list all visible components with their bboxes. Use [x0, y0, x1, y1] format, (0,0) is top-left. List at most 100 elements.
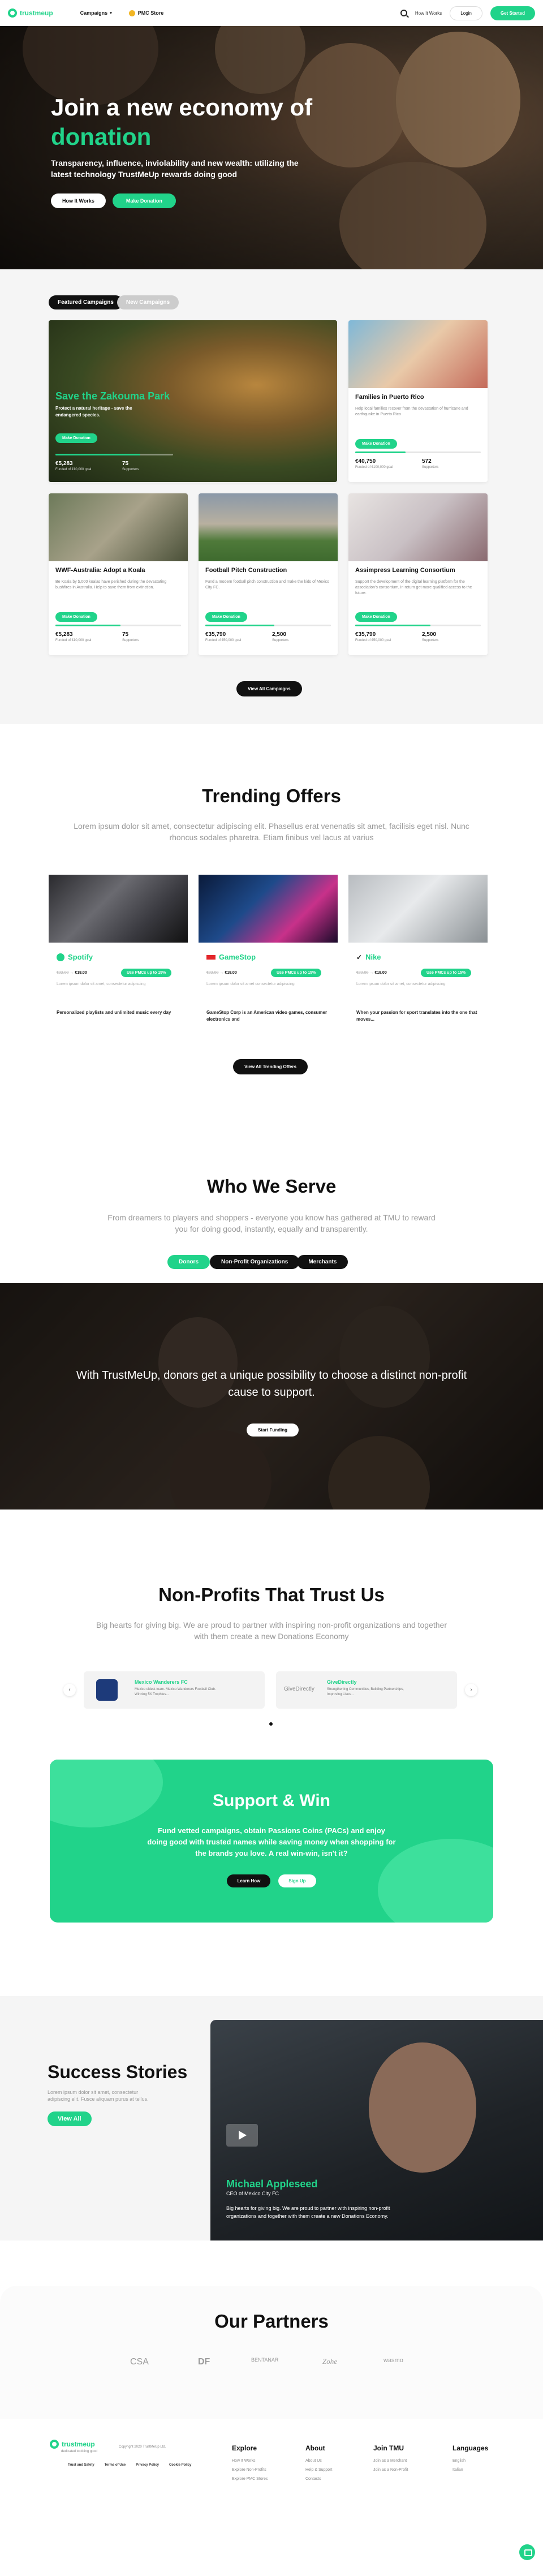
progress-bar: [205, 625, 331, 626]
chevron-left-icon[interactable]: ‹: [63, 1684, 76, 1696]
nonprofits-subtitle: Big hearts for giving big. We are proud …: [96, 1620, 447, 1641]
play-icon[interactable]: [226, 2124, 258, 2147]
footer-link[interactable]: Join as a Merchant: [373, 2459, 408, 2463]
nonprofit-card[interactable]: Mexico Wanderers FC Mexico oldest team. …: [84, 1671, 265, 1709]
nike-icon: ✓: [356, 953, 363, 961]
chevron-down-icon: ▾: [110, 11, 112, 15]
supporters-label: Supporters: [122, 468, 139, 471]
campaign-card[interactable]: Families in Puerto Rico Help local famil…: [348, 320, 488, 482]
offer-brand[interactable]: GameStop: [206, 953, 256, 961]
view-all-offers-button[interactable]: View All Trending Offers: [233, 1059, 308, 1074]
partner-logo: DF: [198, 2357, 210, 2367]
make-donation-button[interactable]: Make Donation: [355, 612, 397, 622]
footer-link-cookie[interactable]: Cookie Policy: [169, 2463, 191, 2467]
nonprofit-card[interactable]: GiveDirectly GiveDirectly Strengthening …: [276, 1671, 457, 1709]
supporters-label: Supporters: [422, 639, 439, 642]
coin-icon: [128, 10, 135, 16]
view-all-stories-button[interactable]: View All: [48, 2111, 92, 2126]
partners-section: Our Partners CSA DF BENTANAR Zohe wasmo: [0, 2286, 543, 2422]
search-icon[interactable]: [400, 10, 407, 16]
campaign-title[interactable]: Football Pitch Construction: [205, 567, 287, 574]
tab-merchants[interactable]: Merchants: [297, 1255, 348, 1269]
footer-link[interactable]: Italian: [453, 2468, 488, 2472]
footer-logo[interactable]: trustmeup: [50, 2440, 95, 2449]
header-actions: How It Works Login Get Started: [400, 6, 535, 20]
learn-how-button[interactable]: Learn How: [227, 1874, 271, 1887]
supporters-stat: 572 Supporters: [422, 458, 438, 469]
chevron-right-icon[interactable]: ›: [465, 1684, 477, 1696]
offer-pmc-tag: Use PMCs up to 15%: [271, 969, 322, 977]
nonprofits-title: Non-Profits That Trust Us: [158, 1584, 385, 1605]
tab-donors[interactable]: Donors: [167, 1255, 210, 1269]
nav-pmc-store[interactable]: PMC Store: [128, 10, 164, 16]
tab-new-campaigns[interactable]: New Campaigns: [117, 295, 179, 309]
login-button[interactable]: Login: [450, 6, 482, 20]
funded-amount: €35,790: [205, 631, 226, 638]
offer-card[interactable]: GameStop €22.00 → €18.00 Use PMCs up to …: [199, 875, 338, 1044]
footer-link-trust-safety[interactable]: Trust and Safety: [68, 2463, 94, 2467]
nav-campaigns-dropdown[interactable]: Campaigns ▾: [80, 10, 112, 16]
campaign-title[interactable]: WWF-Australia: Adopt a Koala: [55, 567, 145, 574]
campaign-image: [348, 320, 488, 388]
campaign-card[interactable]: Football Pitch Construction Fund a moder…: [199, 493, 338, 655]
footer-link[interactable]: Join as a Non-Profit: [373, 2468, 408, 2472]
footer-link[interactable]: Contacts: [305, 2477, 332, 2481]
carousel-dot-active[interactable]: [269, 1722, 273, 1726]
make-donation-button[interactable]: Make Donation: [112, 193, 176, 208]
offer-brand[interactable]: Spotify: [57, 953, 93, 961]
progress-fill: [55, 454, 140, 455]
offer-brand-name: Nike: [365, 953, 381, 961]
hero-actions: How It Works Make Donation: [51, 193, 176, 208]
serve-text: With TrustMeUp, donors get a unique poss…: [76, 1369, 467, 1399]
campaign-card[interactable]: WWF-Australia: Adopt a Koala Be Koala by…: [49, 493, 188, 655]
tab-featured-campaigns[interactable]: Featured Campaigns: [49, 295, 123, 309]
nav-how-it-works[interactable]: How It Works: [415, 11, 442, 16]
make-donation-button[interactable]: Make Donation: [55, 433, 97, 443]
offer-brand-name: GameStop: [219, 953, 256, 961]
page: trustmeup Campaigns ▾ PMC Store How It W…: [0, 0, 543, 2576]
hero-subtitle: Transparency, influence, inviolability a…: [51, 158, 299, 179]
offer-card[interactable]: Spotify €22.00 → €18.00 Use PMCs up to 1…: [49, 875, 188, 1044]
start-funding-button[interactable]: Start Funding: [247, 1424, 299, 1437]
nonprofit-description: Strengthening Communities, Building Part…: [327, 1688, 404, 1696]
footer-link[interactable]: How It Works: [232, 2459, 268, 2463]
how-it-works-button[interactable]: How It Works: [51, 193, 106, 208]
campaign-title[interactable]: Save the Zakouma Park: [55, 390, 170, 402]
offer-new-price: €18.00: [225, 971, 237, 975]
make-donation-button[interactable]: Make Donation: [205, 612, 247, 622]
footer-link-privacy[interactable]: Privacy Policy: [136, 2463, 159, 2467]
footer-link[interactable]: Explore Non-Profits: [232, 2468, 268, 2472]
featured-campaign-card[interactable]: Save the Zakouma Park Protect a natural …: [49, 320, 337, 482]
footer-link[interactable]: Explore PMC Stores: [232, 2477, 268, 2481]
footer-column-title: Explore: [232, 2444, 257, 2452]
supporters-label: Supporters: [422, 466, 439, 469]
nav-pmc-store-label: PMC Store: [137, 10, 164, 16]
sign-up-button[interactable]: Sign Up: [278, 1874, 316, 1887]
get-started-button[interactable]: Get Started: [490, 6, 535, 20]
offers-title: Trending Offers: [202, 785, 341, 806]
offer-line: Lorem ipsum dolor sit amet consectetur a…: [206, 982, 295, 986]
footer-bottom-links: Trust and Safety Terms of Use Privacy Po…: [68, 2463, 191, 2467]
campaign-card[interactable]: Assimpress Learning Consortium Support t…: [348, 493, 488, 655]
footer-link[interactable]: Help & Support: [305, 2468, 332, 2472]
view-all-campaigns-button[interactable]: View All Campaigns: [236, 681, 302, 696]
make-donation-button[interactable]: Make Donation: [55, 612, 97, 622]
campaign-title[interactable]: Assimpress Learning Consortium: [355, 567, 455, 574]
offer-image: [348, 875, 488, 943]
offer-image: [49, 875, 188, 943]
campaign-title[interactable]: Families in Puerto Rico: [355, 394, 424, 401]
logo[interactable]: trustmeup: [8, 8, 53, 18]
tab-non-profit-organizations[interactable]: Non-Profit Organizations: [210, 1255, 300, 1269]
story-video[interactable]: Michael Appleseed CEO of Mexico City FC …: [210, 2020, 543, 2240]
chat-icon[interactable]: [519, 2544, 535, 2560]
offer-card[interactable]: ✓ Nike €22.00 → €18.00 Use PMCs up to 15%…: [348, 875, 488, 1044]
footer-tagline: dedicated to doing good: [61, 2450, 98, 2453]
offer-new-price: €18.00: [75, 971, 87, 975]
footer-link[interactable]: About Us: [305, 2459, 332, 2463]
make-donation-button[interactable]: Make Donation: [355, 439, 397, 449]
offer-brand[interactable]: ✓ Nike: [356, 953, 381, 961]
footer-link[interactable]: English: [453, 2459, 488, 2463]
funded-stat: €40,750 Funded of €100,000 goal: [355, 458, 393, 469]
logo-text: trustmeup: [62, 2440, 95, 2448]
footer-link-terms[interactable]: Terms of Use: [105, 2463, 126, 2467]
